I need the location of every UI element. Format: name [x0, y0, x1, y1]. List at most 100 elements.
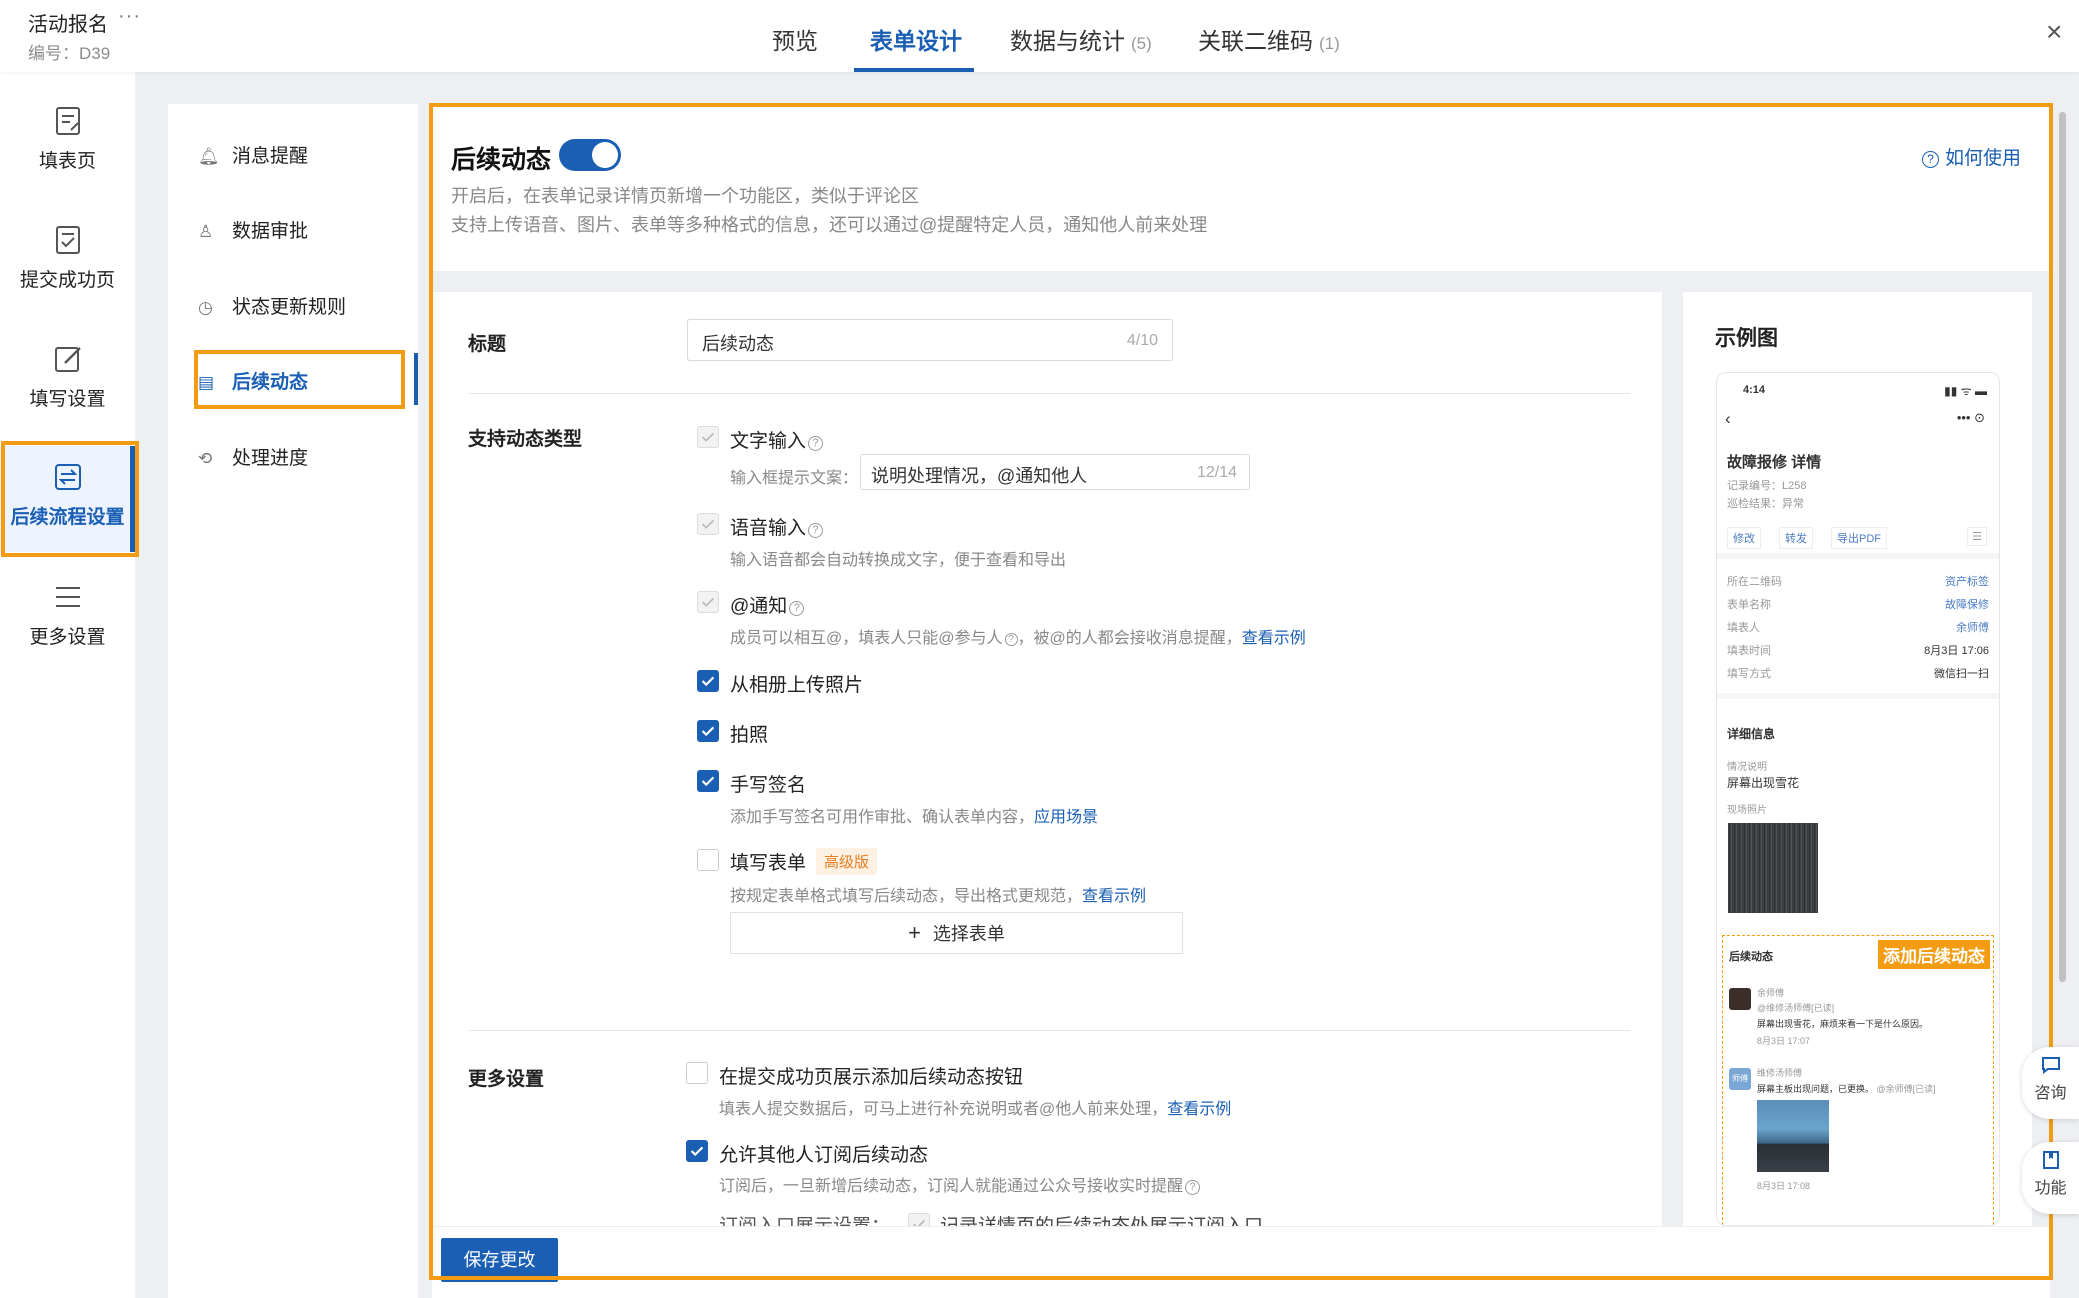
tab-form-design[interactable]: 表单设计 — [870, 22, 962, 56]
notify-label: @通知 — [730, 596, 788, 617]
feature-button[interactable]: 功能 — [2022, 1142, 2079, 1214]
feature-desc-line2: 支持上传语音、图片、表单等多种格式的信息，还可以通过@提醒特定人员，通知他人前来… — [451, 215, 1208, 235]
phone-field-value: 资产标签 — [1945, 576, 1989, 588]
title-input[interactable]: 后续动态 4/10 — [687, 319, 1173, 361]
leftnav-item-submit-success[interactable]: 提交成功页 — [0, 223, 135, 292]
phone-field-key: 填表时间 — [1727, 645, 1771, 657]
select-form-button[interactable]: + 选择表单 — [730, 912, 1183, 954]
sub-nav — [168, 104, 418, 1298]
phone-post2-photo — [1757, 1100, 1829, 1172]
save-bar — [432, 1226, 2050, 1298]
voice-input-desc: 输入语音都会自动转换成文字，便于查看和导出 — [730, 552, 1067, 569]
placeholder-input[interactable]: 说明处理情况，@通知他人 12/14 — [860, 454, 1250, 490]
allow-subscribe-desc-text: 订阅后，一旦新增后续动态，订阅人就能通过公众号接收实时提醒 — [719, 1178, 1184, 1195]
placeholder-input-count: 12/14 — [1196, 464, 1237, 481]
close-icon[interactable]: × — [2046, 16, 2062, 48]
phone-post2-text-main: 屏幕主板出现问题，已更换。 — [1757, 1084, 1875, 1094]
subnav-item-approval[interactable]: ♙ 数据审批 — [198, 216, 308, 243]
toggle-knob — [592, 142, 618, 168]
voice-input-help-icon[interactable]: ? — [808, 523, 824, 538]
fill-form-desc: 按规定表单格式填写后续动态，导出格式更规范，查看示例 — [730, 882, 1146, 906]
subnav-label-approval: 数据审批 — [232, 221, 309, 242]
text-input-help-icon[interactable]: ? — [808, 436, 824, 451]
fill-form-example-link[interactable]: 查看示例 — [1082, 888, 1146, 905]
phone-post1-mention: @维修汤师傅[已读] — [1757, 1003, 1835, 1013]
subnav-item-progress[interactable]: ⟲ 处理进度 — [198, 443, 308, 470]
book-icon — [2042, 1151, 2059, 1169]
how-to-use-label: 如何使用 — [1945, 148, 2022, 169]
allow-subscribe-help-icon[interactable]: ? — [1185, 1180, 1201, 1195]
subnav-label-status-rule: 状态更新规则 — [232, 297, 347, 318]
notify-option: @通知? — [730, 591, 805, 618]
more-options-icon[interactable]: ··· — [118, 5, 141, 28]
allow-subscribe-label: 允许其他人订阅后续动态 — [719, 1145, 929, 1166]
menu-icon — [55, 587, 80, 607]
sample-phone-preview: 4:14 ▮▮ ᯤ ▬ ‹ ••• ⊙ 故障报修 详情 记录编号：L258 巡检… — [1716, 372, 2000, 1226]
consult-button[interactable]: 咨询 — [2022, 1047, 2079, 1119]
tab-data-stats[interactable]: 数据与统计 (5) — [1010, 22, 1152, 56]
feature-title: 后续动态 — [451, 146, 552, 174]
leftnav-item-more-settings[interactable]: 更多设置 — [0, 580, 135, 649]
show-button-checkbox[interactable] — [686, 1062, 708, 1084]
subnav-label-progress: 处理进度 — [232, 448, 309, 469]
show-button-label: 在提交成功页展示添加后续动态按钮 — [719, 1067, 1024, 1088]
follow-process-icon — [54, 464, 81, 490]
phone-avatar: 师傅 — [1729, 1068, 1751, 1090]
phone-follow-section: 后续动态 添加后续动态 余师傅 @维修汤师傅[已读] 屏幕出现雪花，麻烦来看一下… — [1722, 935, 1994, 1225]
notify-help-icon[interactable]: ? — [789, 601, 805, 616]
subnav-item-follow-activity[interactable]: ▤ 后续动态 — [198, 367, 308, 394]
notify-desc-b: ，被@的人都会接收消息提醒， — [1017, 630, 1242, 647]
text-input-option: 文字输入? — [730, 426, 824, 453]
app-title: 活动报名 — [28, 14, 108, 36]
chat-icon — [2041, 1057, 2060, 1074]
subnav-item-status-rule[interactable]: ◷ 状态更新规则 — [198, 292, 346, 319]
leftnav-item-form-page[interactable]: 填表页 — [0, 104, 135, 173]
take-photo-checkbox[interactable] — [697, 720, 719, 742]
vertical-scrollbar[interactable] — [2059, 112, 2066, 982]
phone-action-export: 导出PDF — [1831, 527, 1887, 549]
leftnav-label-more-settings: 更多设置 — [29, 627, 106, 648]
fill-form-desc-text: 按规定表单格式填写后续动态，导出格式更规范， — [730, 888, 1083, 905]
phone-back-icon: ‹ — [1725, 409, 1731, 428]
show-button-example-link[interactable]: 查看示例 — [1167, 1101, 1231, 1118]
tab-qrcode[interactable]: 关联二维码 (1) — [1198, 22, 1340, 56]
title-input-value: 后续动态 — [702, 334, 774, 354]
subnav-active-bar — [414, 353, 418, 405]
save-button[interactable]: 保存更改 — [441, 1238, 558, 1282]
tab-qrcode-count: (1) — [1319, 34, 1340, 53]
phone-field-key: 表单名称 — [1727, 599, 1771, 611]
phone-post1-text: 屏幕出现雪花，麻烦来看一下是什么原因。 — [1757, 1019, 1929, 1029]
allow-subscribe-checkbox[interactable] — [686, 1140, 708, 1162]
subnav-label-message: 消息提醒 — [232, 146, 309, 167]
upload-album-checkbox[interactable] — [697, 670, 719, 692]
notify-desc-a: 成员可以相互@，填表人只能@参与人 — [730, 630, 1003, 647]
phone-status-icons: ▮▮ ᯤ ▬ — [1944, 384, 1987, 398]
tab-preview[interactable]: 预览 — [772, 22, 818, 56]
notify-desc-help-icon[interactable]: ? — [1004, 633, 1018, 646]
fill-form-label: 填写表单 — [730, 853, 807, 874]
signature-scenario-link[interactable]: 应用场景 — [1034, 809, 1098, 826]
how-to-use-link[interactable]: ? 如何使用 — [1920, 143, 2021, 170]
phone-field-key: 所在二维码 — [1727, 576, 1782, 588]
select-form-label: 选择表单 — [932, 924, 1005, 944]
leftnav-item-edit-settings[interactable]: 填写设置 — [0, 342, 135, 411]
title-field-label: 标题 — [468, 334, 507, 355]
upload-album-label: 从相册上传照片 — [730, 675, 864, 696]
phone-divider — [1717, 693, 1999, 699]
feature-label: 功能 — [2034, 1180, 2067, 1197]
feature-toggle[interactable] — [559, 139, 621, 171]
phone-record-title: 故障报修 详情 — [1727, 454, 1822, 471]
signature-checkbox[interactable] — [697, 770, 719, 792]
subscribe-entry-option: 记录详情页的后续动态处展示订阅入口 — [940, 1211, 1263, 1226]
notify-example-link[interactable]: 查看示例 — [1242, 630, 1306, 647]
leftnav-label-edit-settings: 填写设置 — [29, 389, 106, 410]
title-input-count: 4/10 — [1126, 332, 1158, 349]
fill-form-checkbox[interactable] — [697, 849, 719, 871]
subscribe-entry-row-clip: 订阅入口展示设置： 记录详情页的后续动态处展示订阅入口 — [432, 1208, 1662, 1226]
tab-data-stats-label: 数据与统计 — [1010, 28, 1125, 54]
subnav-item-message[interactable]: 🔔︎ 消息提醒 — [198, 141, 308, 168]
phone-menu-icon: ••• ⊙ — [1956, 410, 1985, 425]
text-input-checkbox — [697, 426, 719, 448]
phone-avatar — [1729, 988, 1751, 1010]
leftnav-item-follow-process[interactable]: 后续流程设置 — [0, 446, 135, 552]
